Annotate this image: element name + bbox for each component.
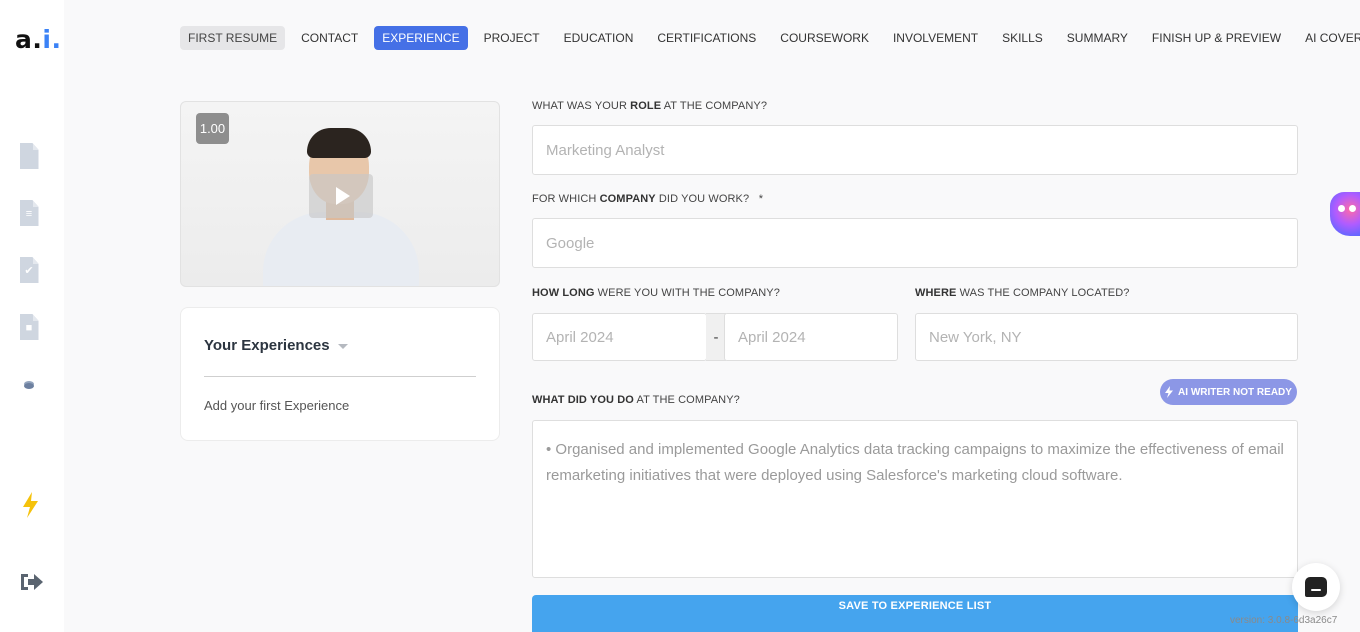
company-input[interactable]: Google [532, 218, 1298, 268]
end-date-input[interactable]: April 2024 [724, 313, 898, 361]
company-label: FOR WHICH COMPANY DID YOU WORK? * [532, 193, 764, 205]
tab-skills[interactable]: SKILLS [994, 26, 1051, 50]
ai-writer-button[interactable]: AI WRITER NOT READY [1160, 379, 1297, 405]
role-label: WHAT WAS YOUR ROLE AT THE COMPANY? [532, 100, 768, 112]
mascot-eye [1349, 205, 1356, 212]
lightning-icon[interactable] [20, 492, 40, 518]
tab-first-resume[interactable]: FIRST RESUME [180, 26, 286, 50]
lightning-icon [1165, 386, 1174, 398]
tab-involvement[interactable]: INVOLVEMENT [885, 26, 986, 50]
description-label: WHAT DID YOU DO AT THE COMPANY? [532, 394, 740, 406]
play-button[interactable] [309, 174, 373, 218]
app-logo[interactable]: a.i. [15, 25, 61, 54]
assistant-mascot[interactable] [1330, 192, 1360, 236]
save-to-experience-list-button[interactable]: SAVE TO EXPERIENCE LIST [532, 595, 1298, 632]
experiences-empty-text: Add your first Experience [204, 398, 350, 413]
experiences-card: Your Experiences Add your first Experien… [180, 307, 500, 441]
chat-support-button[interactable] [1292, 563, 1340, 611]
mascot-eye [1338, 205, 1345, 212]
required-asterisk: * [758, 193, 764, 205]
role-input[interactable]: Marketing Analyst [532, 125, 1298, 175]
start-date-input[interactable]: April 2024 [532, 313, 707, 361]
section-tabs: FIRST RESUME CONTACT EXPERIENCE PROJECT … [180, 26, 1360, 50]
tab-project[interactable]: PROJECT [476, 26, 548, 50]
resume-doc-icon[interactable] [19, 143, 39, 169]
video-doc-icon[interactable]: ■ [19, 314, 39, 340]
sidebar: a.i. ≡ ✔ ■ [0, 0, 64, 632]
tab-finish-up-preview[interactable]: FINISH UP & PREVIEW [1144, 26, 1289, 50]
description-textarea[interactable]: • Organised and implemented Google Analy… [532, 420, 1298, 578]
logo-dot: . [51, 25, 62, 54]
coins-icon[interactable] [19, 372, 39, 398]
logout-icon[interactable] [19, 569, 45, 595]
date-separator: - [706, 313, 726, 361]
duration-label: HOW LONG WERE YOU WITH THE COMPANY? [532, 287, 780, 299]
presenter-hair [307, 128, 371, 158]
tab-coursework[interactable]: COURSEWORK [772, 26, 877, 50]
save-button-label: SAVE TO EXPERIENCE LIST [838, 600, 992, 612]
location-label: WHERE WAS THE COMPANY LOCATED? [915, 287, 1130, 299]
experiences-title: Your Experiences [204, 337, 330, 354]
tab-summary[interactable]: SUMMARY [1059, 26, 1136, 50]
ai-writer-label: AI WRITER NOT READY [1178, 386, 1292, 398]
presenter-body [263, 212, 419, 286]
caret-down-icon [337, 344, 348, 349]
tab-education[interactable]: EDUCATION [556, 26, 642, 50]
tab-experience[interactable]: EXPERIENCE [374, 26, 468, 50]
divider [204, 376, 476, 377]
tutorial-video[interactable]: 1.00 [180, 101, 500, 287]
logo-a: a. [15, 25, 43, 54]
experiences-dropdown[interactable]: Your Experiences [204, 337, 348, 354]
location-input[interactable]: New York, NY [915, 313, 1298, 361]
tab-contact[interactable]: CONTACT [293, 26, 366, 50]
version-text: version: 3.0.8-6d3a26c7 [1230, 615, 1338, 626]
check-doc-icon[interactable]: ✔ [19, 257, 39, 283]
text-doc-icon[interactable]: ≡ [19, 200, 39, 226]
play-icon [335, 187, 350, 205]
tab-certifications[interactable]: CERTIFICATIONS [649, 26, 764, 50]
playback-speed-badge[interactable]: 1.00 [196, 113, 229, 144]
tab-ai-cover-letter[interactable]: AI COVER LETTER [1297, 26, 1360, 50]
chat-icon [1305, 577, 1327, 597]
